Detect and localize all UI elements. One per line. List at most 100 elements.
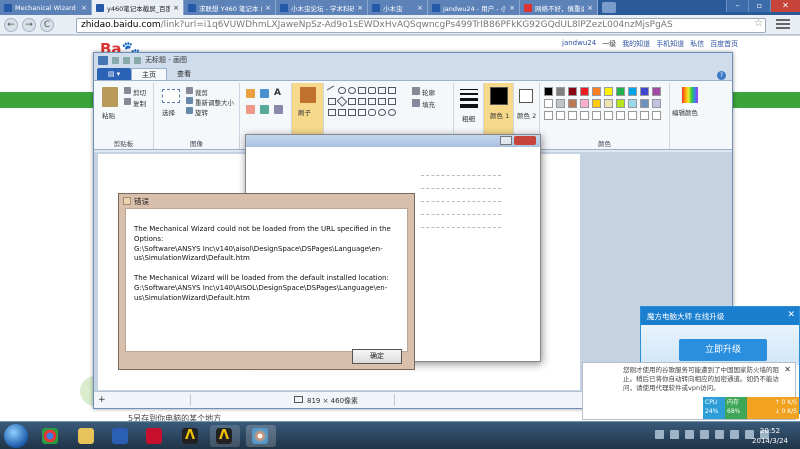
undo-icon[interactable] [123, 56, 130, 64]
palette-color-swatch[interactable] [628, 99, 637, 108]
cloud-callout-shape-icon[interactable] [388, 109, 396, 116]
bookmark-star-icon[interactable]: ☆ [754, 18, 763, 29]
paste-label[interactable]: 粘贴 [102, 110, 115, 120]
callout-shape-icon[interactable] [368, 109, 376, 116]
notice-close-icon[interactable]: ✕ [784, 365, 791, 374]
palette-color-swatch[interactable] [568, 111, 577, 120]
palette-color-swatch[interactable] [592, 87, 601, 96]
palette-color-swatch[interactable] [616, 111, 625, 120]
taskbar-ansys-2[interactable]: Λ [210, 425, 240, 447]
palette-color-swatch[interactable] [568, 87, 577, 96]
palette-color-swatch[interactable] [556, 87, 565, 96]
cut-label[interactable]: 剪切 [133, 87, 146, 97]
palette-color-swatch[interactable] [652, 99, 661, 108]
palette-color-swatch[interactable] [616, 87, 625, 96]
text-tool-icon[interactable]: A [274, 88, 281, 98]
tray-icon[interactable] [670, 430, 679, 439]
upgrade-now-button[interactable]: 立即升级 [679, 339, 767, 361]
tab-close-icon[interactable]: × [587, 4, 593, 12]
triangle-shape-icon[interactable] [388, 87, 396, 94]
oval-callout-shape-icon[interactable] [378, 109, 386, 116]
start-button[interactable] [4, 424, 28, 448]
maximize-button[interactable]: ▫ [748, 0, 770, 12]
fill-icon[interactable] [412, 99, 420, 107]
chrome-menu-icon[interactable] [776, 19, 790, 31]
browser-tab[interactable]: 网络不好，慎重请研 - 科× [520, 0, 598, 15]
help-icon[interactable]: ? [717, 71, 726, 80]
paste-icon[interactable] [102, 87, 118, 107]
palette-color-swatch[interactable] [640, 111, 649, 120]
crop-label[interactable]: 裁剪 [195, 87, 208, 97]
username-link[interactable]: jandwu24 [562, 39, 596, 49]
tab-close-icon[interactable]: × [509, 4, 515, 12]
select-icon[interactable] [162, 89, 180, 103]
ok-button[interactable]: 确定 [352, 349, 402, 364]
forward-button[interactable]: → [22, 18, 36, 32]
palette-color-swatch[interactable] [640, 99, 649, 108]
rounded-rect-shape-icon[interactable] [368, 87, 376, 94]
tab-close-icon[interactable]: × [81, 4, 87, 12]
tab-home[interactable]: 主页 [131, 68, 167, 80]
browser-tab[interactable]: 小木虫 × [368, 0, 428, 15]
tab-close-icon[interactable]: × [173, 4, 179, 12]
palette-color-swatch[interactable] [580, 87, 589, 96]
tray-icon[interactable] [715, 430, 724, 439]
browser-tab[interactable]: Mechanical Wizard cou× [0, 0, 92, 15]
pentagon-shape-icon[interactable] [348, 98, 356, 105]
palette-color-swatch[interactable] [544, 111, 553, 120]
palette-color-swatch[interactable] [652, 111, 661, 120]
star6-shape-icon[interactable] [358, 109, 366, 116]
back-button[interactable]: ← [4, 18, 18, 32]
rotate-icon[interactable] [186, 107, 193, 114]
diamond-shape-icon[interactable] [336, 96, 348, 107]
magnifier-icon[interactable] [274, 105, 283, 114]
taskbar-word[interactable] [106, 425, 136, 447]
copy-icon[interactable] [124, 98, 131, 105]
star4-shape-icon[interactable] [338, 109, 346, 116]
palette-color-swatch[interactable] [604, 87, 613, 96]
my-zhidao-link[interactable]: 我的知道 [622, 39, 650, 49]
address-bar[interactable]: zhidao.baidu.com/link?url=i1q6VUWDhmLXJa… [76, 18, 766, 33]
arrow-up-shape-icon[interactable] [388, 98, 396, 105]
palette-color-swatch[interactable] [628, 111, 637, 120]
tray-icon[interactable] [685, 430, 694, 439]
outline-icon[interactable] [412, 87, 420, 95]
pencil-icon[interactable] [246, 89, 255, 98]
crop-icon[interactable] [186, 87, 193, 94]
taskbar-chrome[interactable] [36, 425, 66, 447]
rectangle-shape-icon[interactable] [358, 87, 366, 94]
hexagon-shape-icon[interactable] [358, 98, 366, 105]
tray-icon[interactable] [730, 430, 739, 439]
browser-tab-active[interactable]: y460笔记本截屏_百度搜× [92, 0, 184, 15]
taskbar-explorer[interactable] [72, 425, 102, 447]
select-label[interactable]: 选择 [162, 107, 175, 117]
palette-color-swatch[interactable] [652, 87, 661, 96]
resize-icon[interactable] [186, 97, 193, 104]
color-picker-icon[interactable] [260, 105, 269, 114]
eraser-icon[interactable] [246, 105, 255, 114]
homepage-link[interactable]: 百度首页 [710, 39, 738, 49]
new-tab-button[interactable] [602, 2, 616, 13]
redo-icon[interactable] [134, 56, 141, 64]
paint-file-menu-button[interactable]: ▤ ▾ [97, 68, 131, 80]
right-triangle-shape-icon[interactable] [328, 98, 336, 105]
fill-bucket-icon[interactable] [260, 89, 269, 98]
close-window-button[interactable]: ✕ [770, 0, 800, 12]
taskbar-clock[interactable]: 20:52 2014/3/24 [746, 426, 794, 446]
save-icon[interactable] [112, 56, 119, 64]
palette-color-swatch[interactable] [604, 99, 613, 108]
oval-shape-icon[interactable] [348, 87, 356, 94]
taskbar-paint[interactable] [246, 425, 276, 447]
palette-color-swatch[interactable] [592, 99, 601, 108]
palette-color-swatch[interactable] [580, 111, 589, 120]
palette-color-swatch[interactable] [616, 99, 625, 108]
palette-color-swatch[interactable] [556, 111, 565, 120]
tray-icon[interactable] [700, 430, 709, 439]
tab-close-icon[interactable]: × [357, 4, 363, 12]
palette-color-swatch[interactable] [568, 99, 577, 108]
palette-color-swatch[interactable] [628, 87, 637, 96]
line-shape-icon[interactable] [326, 85, 338, 96]
mobile-zhidao-link[interactable]: 手机知道 [656, 39, 684, 49]
curve-shape-icon[interactable] [338, 87, 346, 94]
resize-label[interactable]: 重新调整大小 [195, 97, 234, 107]
